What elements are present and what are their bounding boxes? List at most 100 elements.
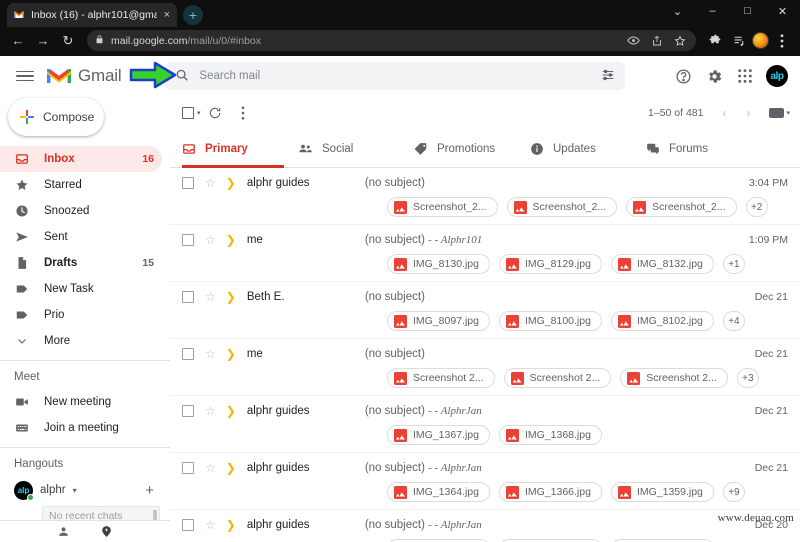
sidebar-item-more[interactable]: More xyxy=(0,328,162,354)
window-close-button[interactable]: ✕ xyxy=(765,0,800,22)
sidebar-item-inbox[interactable]: Inbox 16 xyxy=(0,146,162,172)
attachment-chip[interactable]: Screenshot_2... xyxy=(387,197,498,217)
account-avatar[interactable]: alp xyxy=(766,65,788,87)
attachment-overflow-count[interactable]: +3 xyxy=(736,368,759,388)
table-row[interactable]: ☆ ❯ alphr guides (no subject) - - AlphrJ… xyxy=(170,453,800,510)
attachment-chip[interactable]: Screenshot 2... xyxy=(503,368,612,388)
tab-primary[interactable]: Primary xyxy=(182,130,298,168)
tab-updates[interactable]: Updates xyxy=(530,130,646,167)
attachment-chip[interactable]: IMG_8129.jpg xyxy=(498,254,602,274)
sidebar-item-drafts[interactable]: Drafts 15 xyxy=(0,250,162,276)
eye-icon[interactable] xyxy=(627,34,640,47)
profile-avatar[interactable] xyxy=(752,32,769,49)
attachment-chip[interactable]: IMG_1366.jpg xyxy=(498,482,602,502)
tab-close-icon[interactable]: × xyxy=(163,9,171,21)
table-row[interactable]: ☆ ❯ me (no subject) - - Alphr101 1:09 PM… xyxy=(170,225,800,282)
sidebar-item-sent[interactable]: Sent xyxy=(0,224,162,250)
star-icon[interactable]: ☆ xyxy=(205,347,216,361)
important-marker-icon[interactable]: ❯ xyxy=(226,177,236,189)
new-tab-button[interactable]: + xyxy=(183,5,203,25)
contacts-person-icon[interactable] xyxy=(57,525,70,538)
important-marker-icon[interactable]: ❯ xyxy=(226,462,236,474)
attachment-chip[interactable]: Screenshot 2... xyxy=(620,368,728,388)
attachment-chip[interactable]: IMG_8102.jpg xyxy=(610,311,714,331)
attachment-chip[interactable]: IMG_1364.jpg xyxy=(387,482,490,502)
row-checkbox[interactable] xyxy=(182,290,194,303)
tab-social[interactable]: Social xyxy=(298,130,414,167)
sidebar-item-new-meeting[interactable]: New meeting xyxy=(0,389,170,415)
attachment-chip[interactable]: IMG_1368.jpg xyxy=(498,425,602,445)
search-bar[interactable] xyxy=(165,62,626,90)
attachment-chip[interactable]: IMG_1367.jpg xyxy=(387,425,490,445)
search-input[interactable] xyxy=(199,70,592,82)
star-icon[interactable]: ☆ xyxy=(205,404,216,418)
row-checkbox[interactable] xyxy=(182,347,194,360)
forward-icon[interactable]: → xyxy=(32,30,54,52)
attachment-chip[interactable]: IMG_1359.jpg xyxy=(610,482,714,502)
tab-forums[interactable]: Forums xyxy=(646,130,762,167)
select-all-checkbox[interactable] xyxy=(182,107,194,119)
share-icon[interactable] xyxy=(651,35,663,47)
attachment-chip[interactable]: Screenshot 2... xyxy=(387,368,495,388)
help-icon[interactable] xyxy=(673,66,693,86)
row-checkbox[interactable] xyxy=(182,176,194,189)
important-marker-icon[interactable]: ❯ xyxy=(226,348,236,360)
table-row[interactable]: ☆ ❯ Beth E. (no subject) Dec 21 IMG_8097… xyxy=(170,282,800,339)
attachment-chip[interactable]: IMG_8130.jpg xyxy=(387,254,490,274)
row-checkbox[interactable] xyxy=(182,461,194,474)
refresh-icon[interactable] xyxy=(201,106,229,120)
attachment-chip[interactable]: IMG_8097.jpg xyxy=(387,311,490,331)
attachment-chip[interactable]: IMG_8132.jpg xyxy=(610,254,714,274)
sidebar-item-new-task[interactable]: New Task xyxy=(0,276,162,302)
sidebar-item-snoozed[interactable]: Snoozed xyxy=(0,198,162,224)
window-maximize-button[interactable]: □ xyxy=(730,0,765,22)
important-marker-icon[interactable]: ❯ xyxy=(226,234,236,246)
star-icon[interactable]: ☆ xyxy=(205,290,216,304)
hangouts-add-button[interactable]: + xyxy=(145,483,154,498)
star-icon[interactable]: ☆ xyxy=(205,461,216,475)
attachment-overflow-count[interactable]: +4 xyxy=(722,311,745,331)
sidebar-item-prio[interactable]: Prio xyxy=(0,302,162,328)
gmail-logo[interactable]: Gmail xyxy=(46,66,122,86)
sidebar-item-starred[interactable]: Starred xyxy=(0,172,162,198)
reload-icon[interactable]: ↻ xyxy=(57,30,79,52)
important-marker-icon[interactable]: ❯ xyxy=(226,519,236,531)
tune-icon[interactable] xyxy=(601,68,615,85)
select-all-control[interactable]: ▾ xyxy=(182,107,201,119)
star-icon[interactable]: ☆ xyxy=(205,176,216,190)
window-minimize-button[interactable]: – xyxy=(695,0,730,22)
star-icon[interactable] xyxy=(674,34,686,47)
attachment-chip[interactable]: Screenshot_2... xyxy=(506,197,618,217)
more-vertical-icon[interactable] xyxy=(229,106,257,120)
hamburger-icon[interactable] xyxy=(12,63,38,89)
row-checkbox[interactable] xyxy=(182,404,194,417)
important-marker-icon[interactable]: ❯ xyxy=(226,291,236,303)
tab-promotions[interactable]: Promotions xyxy=(414,130,530,167)
chrome-menu-icon[interactable] xyxy=(771,30,793,52)
attachment-chip[interactable]: IMG_8100.jpg xyxy=(498,311,602,331)
back-icon[interactable]: ← xyxy=(7,30,29,52)
table-row[interactable]: ☆ ❯ me (no subject) Dec 21 Screenshot 2.… xyxy=(170,339,800,396)
reading-list-icon[interactable] xyxy=(728,30,750,52)
settings-gear-icon[interactable] xyxy=(704,66,724,86)
input-tools-icon[interactable] xyxy=(769,108,785,118)
hangouts-account-row[interactable]: alp alphr ▾ + xyxy=(0,476,170,504)
attachment-overflow-count[interactable]: +9 xyxy=(722,482,745,502)
extensions-puzzle-icon[interactable] xyxy=(704,30,726,52)
next-page-button[interactable]: › xyxy=(737,106,759,120)
attachment-overflow-count[interactable]: +1 xyxy=(722,254,745,274)
important-marker-icon[interactable]: ❯ xyxy=(226,405,236,417)
prev-page-button[interactable]: ‹ xyxy=(713,106,735,120)
star-icon[interactable]: ☆ xyxy=(205,233,216,247)
browser-tab[interactable]: Inbox (16) - alphr101@gmail.com × xyxy=(7,3,177,27)
compose-button[interactable]: Compose xyxy=(8,98,104,136)
star-icon[interactable]: ☆ xyxy=(205,518,216,532)
sidebar-item-join-meeting[interactable]: Join a meeting xyxy=(0,415,170,441)
apps-grid-icon[interactable] xyxy=(735,66,755,86)
chevron-down-icon[interactable]: ▾ xyxy=(73,486,77,495)
attachment-chip[interactable]: Screenshot_2... xyxy=(626,197,737,217)
window-more-icon[interactable]: ⌄ xyxy=(660,0,695,22)
chat-balloon-icon[interactable] xyxy=(100,525,113,538)
table-row[interactable]: ☆ ❯ alphr guides (no subject) - - AlphrJ… xyxy=(170,396,800,453)
row-checkbox[interactable] xyxy=(182,518,194,531)
